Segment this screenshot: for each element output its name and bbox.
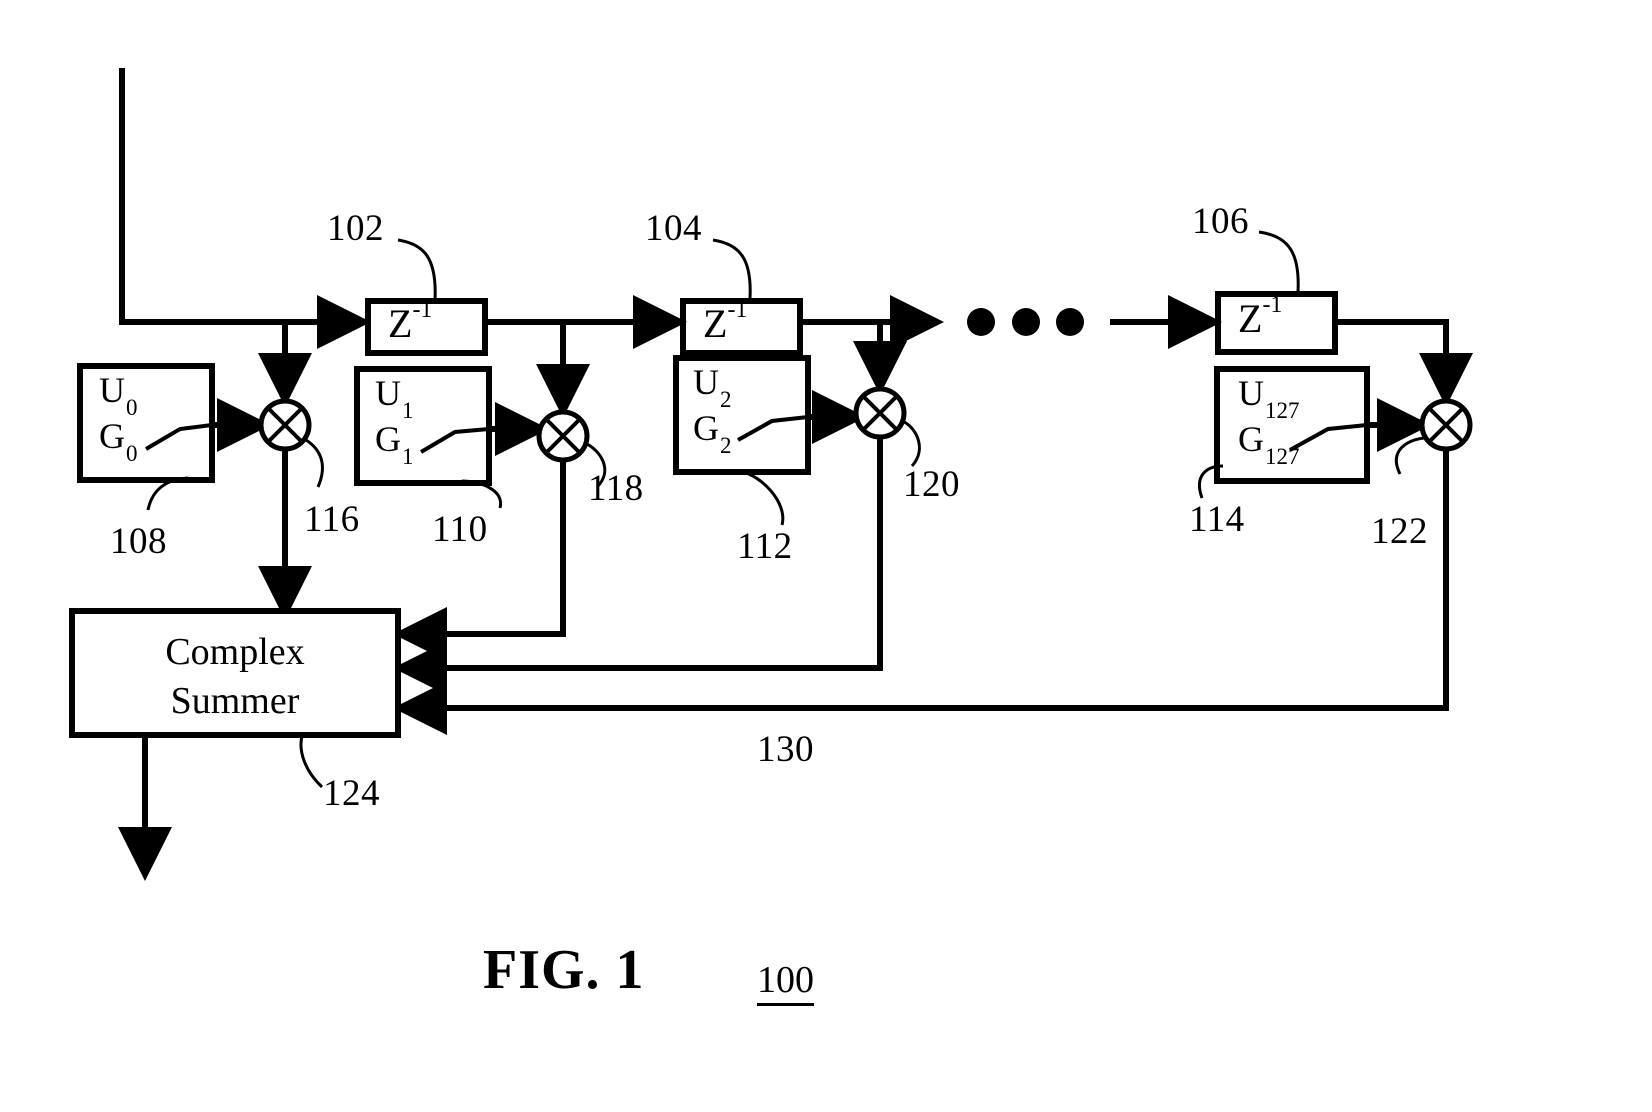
leader-122 [1394, 436, 1425, 475]
leader-124 [299, 735, 324, 789]
ref-numeral-124: 124 [323, 773, 380, 814]
tap-line-127 [1335, 319, 1449, 388]
leader-112 [741, 470, 785, 526]
ref-numeral-130: 130 [757, 729, 814, 770]
leader-102 [397, 238, 437, 301]
coef-leader-110 [419, 427, 490, 454]
ref-numeral-118: 118 [588, 468, 644, 509]
complex-summer-label-line2: Summer [170, 679, 300, 722]
ref-numeral-110: 110 [432, 509, 488, 550]
coefficient-box-108-u: U0 [99, 370, 138, 421]
coefficient-box-110-u: U1 [375, 373, 414, 424]
ref-numeral-114: 114 [1189, 499, 1245, 540]
ref-numeral-102: 102 [327, 208, 384, 249]
coefficient-box-112-u: U2 [693, 362, 732, 413]
ellipsis-dot-3 [1056, 308, 1084, 336]
diagram-canvas [69, 68, 1473, 881]
figure-number: 100 [757, 958, 814, 1006]
complex-summer-label-line1: Complex [165, 631, 305, 673]
delay-block-102-label: Z-1 [388, 296, 433, 346]
coef-leader-114 [1289, 423, 1368, 452]
ref-numeral-120: 120 [903, 464, 960, 505]
coefficient-box-114-g: G127 [1238, 419, 1300, 470]
ref-numeral-108: 108 [110, 521, 167, 562]
ref-numeral-112: 112 [737, 526, 793, 567]
coefficient-box-112-g: G2 [693, 408, 732, 459]
delay-block-106-label: Z-1 [1238, 291, 1283, 341]
ref-numeral-104: 104 [645, 208, 702, 249]
figure-title: FIG. 1 [483, 939, 645, 1001]
leader-106 [1258, 230, 1300, 293]
coef-leader-112 [737, 415, 809, 442]
leader-116 [305, 438, 324, 488]
input-signal-line [119, 68, 352, 325]
coefficient-box-110-g: G1 [375, 419, 414, 470]
ellipsis-dot-1 [967, 308, 995, 336]
delay-block-104-label: Z-1 [703, 296, 748, 346]
coefficient-box-114-u: U127 [1238, 373, 1300, 424]
ref-numeral-116: 116 [304, 499, 360, 540]
leader-104 [712, 238, 752, 299]
complex-summer-label: Complex Summer [72, 628, 398, 725]
ref-numeral-122: 122 [1371, 511, 1428, 552]
ref-numeral-106: 106 [1192, 201, 1249, 242]
ellipsis-dot-2 [1012, 308, 1040, 336]
patent-figure-1: Z-1 Z-1 Z-1 U0 G0 U1 G1 U2 G2 U127 G127 … [0, 0, 1652, 1112]
leader-120 [901, 419, 921, 467]
coefficient-box-108-g: G0 [99, 416, 138, 467]
coef-leader-108 [144, 423, 213, 451]
